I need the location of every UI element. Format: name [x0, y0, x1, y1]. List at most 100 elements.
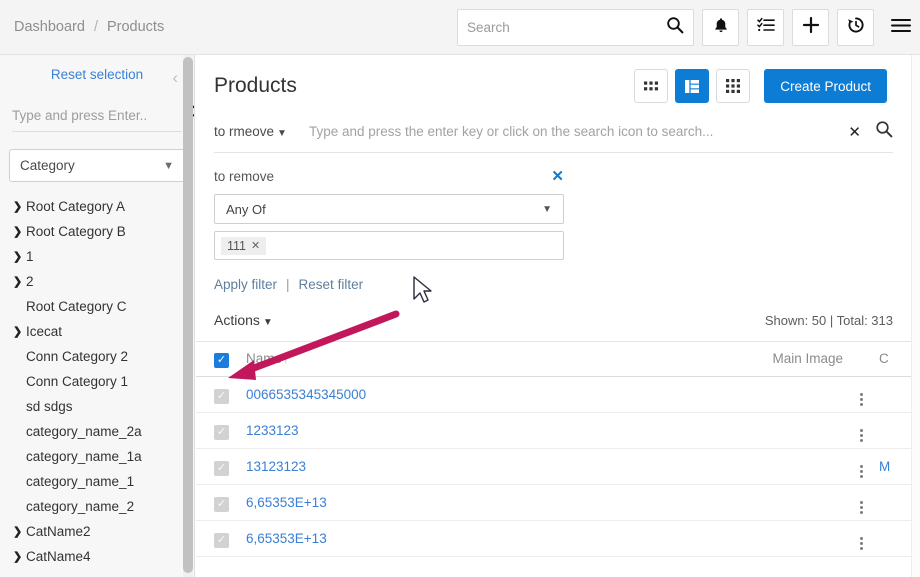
product-name-link[interactable]: 1233123 — [246, 423, 299, 438]
apply-filter-link[interactable]: Apply filter — [214, 277, 277, 292]
table-row[interactable]: ✓ 1233123 — [196, 413, 911, 449]
product-name-link[interactable]: 6,65353E+13 — [246, 495, 327, 510]
filter-tag-label: 111 — [227, 238, 247, 253]
category-tree-item[interactable]: ❯sd sdgs — [0, 394, 194, 419]
close-icon[interactable]: ✕ — [551, 167, 564, 185]
category-tree-item[interactable]: ❯ CatName4 — [0, 544, 194, 569]
top-bar: Dashboard / Products — [0, 0, 920, 55]
row-name-cell: 6,65353E+13 — [246, 494, 723, 512]
sidebar-scrollbar[interactable] — [183, 55, 193, 577]
actions-dropdown-label: Actions — [214, 312, 260, 328]
reset-selection-link[interactable]: Reset selection — [0, 55, 194, 82]
view-mode-table[interactable] — [675, 69, 710, 103]
view-mode-grid-small[interactable] — [634, 69, 669, 103]
category-tree-item[interactable]: ❯ 1 — [0, 244, 194, 269]
product-name-link[interactable]: 6,65353E+13 — [246, 531, 327, 546]
category-tree-item[interactable]: ❯Root Category C — [0, 294, 194, 319]
page-header: Products Create Product — [196, 55, 911, 103]
close-icon[interactable]: ✕ — [848, 123, 861, 141]
header-select-all-checkbox[interactable]: ✓ — [214, 353, 229, 368]
chevron-right-icon[interactable]: ❯ — [13, 225, 26, 238]
sidebar-search-input[interactable] — [12, 107, 189, 123]
table-row[interactable]: ✓ 13123123 M — [196, 449, 911, 485]
product-name-link[interactable]: 0066535345345000 — [246, 387, 366, 402]
category-tree-item[interactable]: ❯Conn Category 1 — [0, 369, 194, 394]
table-row[interactable]: ✓ 6,65353E+13 — [196, 485, 911, 521]
table-row[interactable]: ✓ 6,65353E+13 — [196, 521, 911, 557]
row-select-checkbox[interactable]: ✓ — [214, 496, 229, 512]
row-checkbox-cell: ✓ — [214, 422, 246, 440]
category-tree-item-label: Conn Category 2 — [26, 349, 129, 364]
close-icon[interactable]: ✕ — [251, 239, 260, 252]
category-tree-item-label: sd sdgs — [26, 399, 73, 414]
category-tree-item[interactable]: ❯category_name_2 — [0, 494, 194, 519]
sort-ascending-icon: ↑ — [283, 352, 290, 366]
search-field-dropdown[interactable]: to rmeove ▼ — [214, 124, 287, 139]
row-overflow-menu-icon[interactable] — [859, 537, 863, 550]
chevron-right-icon[interactable]: ❯ — [13, 275, 26, 288]
view-mode-grid-large[interactable] — [716, 69, 751, 103]
reset-filter-link[interactable]: Reset filter — [299, 277, 364, 292]
global-search-input[interactable] — [467, 20, 666, 35]
row-overflow-menu-icon[interactable] — [859, 429, 863, 442]
category-tree-item[interactable]: ❯ CatName2 — [0, 519, 194, 544]
create-product-button[interactable]: Create Product — [764, 69, 887, 103]
chevron-down-icon: ▼ — [262, 317, 273, 328]
chevron-right-icon[interactable]: ❯ — [13, 200, 26, 213]
filter-operator-select[interactable]: Any Of ▼ — [214, 194, 564, 224]
row-checkbox-cell: ✓ — [214, 530, 246, 548]
hamburger-icon — [890, 18, 911, 38]
main-scrollbar[interactable] — [911, 55, 920, 577]
row-truncated-value[interactable]: M — [879, 459, 890, 474]
row-select-checkbox[interactable]: ✓ — [214, 532, 229, 548]
category-tree-item[interactable]: ❯ Icecat — [0, 319, 194, 344]
history-button[interactable] — [837, 9, 874, 46]
category-tree-item[interactable]: ❯Conn Category 2 — [0, 344, 194, 369]
table-row[interactable]: ✓ 0066535345345000 — [196, 377, 911, 413]
row-menu-cell — [843, 383, 879, 406]
header-cell-truncated[interactable]: C — [879, 350, 911, 368]
category-tree-item-label: 2 — [26, 274, 34, 289]
category-tree-item[interactable]: ❯category_name_2a — [0, 419, 194, 444]
category-tree-item[interactable]: ❯ 2 — [0, 269, 194, 294]
product-name-link[interactable]: 13123123 — [246, 459, 306, 474]
breadcrumb-products[interactable]: Products — [107, 19, 164, 35]
category-tree-item[interactable]: ❯category_name_1a — [0, 444, 194, 469]
chevron-right-icon[interactable]: ❯ — [13, 550, 26, 563]
filter-panel-title: to remove — [214, 168, 275, 184]
filter-values-input[interactable]: 111 ✕ — [214, 231, 564, 260]
search-icon[interactable] — [875, 120, 893, 143]
row-select-checkbox[interactable]: ✓ — [214, 388, 229, 404]
menu-button[interactable] — [882, 9, 919, 46]
header-cell-main-image[interactable]: Main Image — [723, 350, 843, 368]
chevron-left-icon[interactable]: ‹ — [172, 69, 178, 86]
category-tree-item[interactable]: ❯ Root Category A — [0, 194, 194, 219]
chevron-right-icon[interactable]: ❯ — [13, 525, 26, 538]
global-search[interactable] — [457, 9, 694, 46]
row-overflow-menu-icon[interactable] — [859, 393, 863, 406]
row-select-checkbox[interactable]: ✓ — [214, 424, 229, 440]
main-content: Products Create Product to rmeove ▼ Type… — [196, 55, 911, 577]
filter-tag[interactable]: 111 ✕ — [221, 236, 267, 255]
table-body: ✓ 0066535345345000 ✓ 1233123 ✓ 13123123 M ✓ 6,65… — [196, 377, 911, 557]
sidebar-search[interactable] — [12, 104, 194, 132]
breadcrumb-dashboard[interactable]: Dashboard — [14, 19, 85, 35]
category-tree-item-label: 1 — [26, 249, 34, 264]
row-overflow-menu-icon[interactable] — [859, 465, 863, 478]
category-tree-item[interactable]: ❯ Root Category B — [0, 219, 194, 244]
chevron-right-icon[interactable]: ❯ — [13, 250, 26, 263]
row-select-checkbox[interactable]: ✓ — [214, 460, 229, 476]
product-search-input[interactable] — [308, 124, 849, 139]
search-icon[interactable] — [666, 16, 684, 39]
category-tree-item[interactable]: ❯category_name_1 — [0, 469, 194, 494]
row-overflow-menu-icon[interactable] — [859, 501, 863, 514]
category-select[interactable]: Category ▼ — [9, 149, 185, 182]
add-button[interactable] — [792, 9, 829, 46]
sidebar-scrollbar-thumb[interactable] — [183, 57, 193, 573]
tasks-button[interactable] — [747, 9, 784, 46]
row-menu-cell — [843, 527, 879, 550]
notifications-button[interactable] — [702, 9, 739, 46]
header-cell-name[interactable]: Name↑ — [246, 350, 723, 368]
actions-dropdown[interactable]: Actions ▼ — [214, 312, 273, 328]
chevron-right-icon[interactable]: ❯ — [13, 325, 26, 338]
